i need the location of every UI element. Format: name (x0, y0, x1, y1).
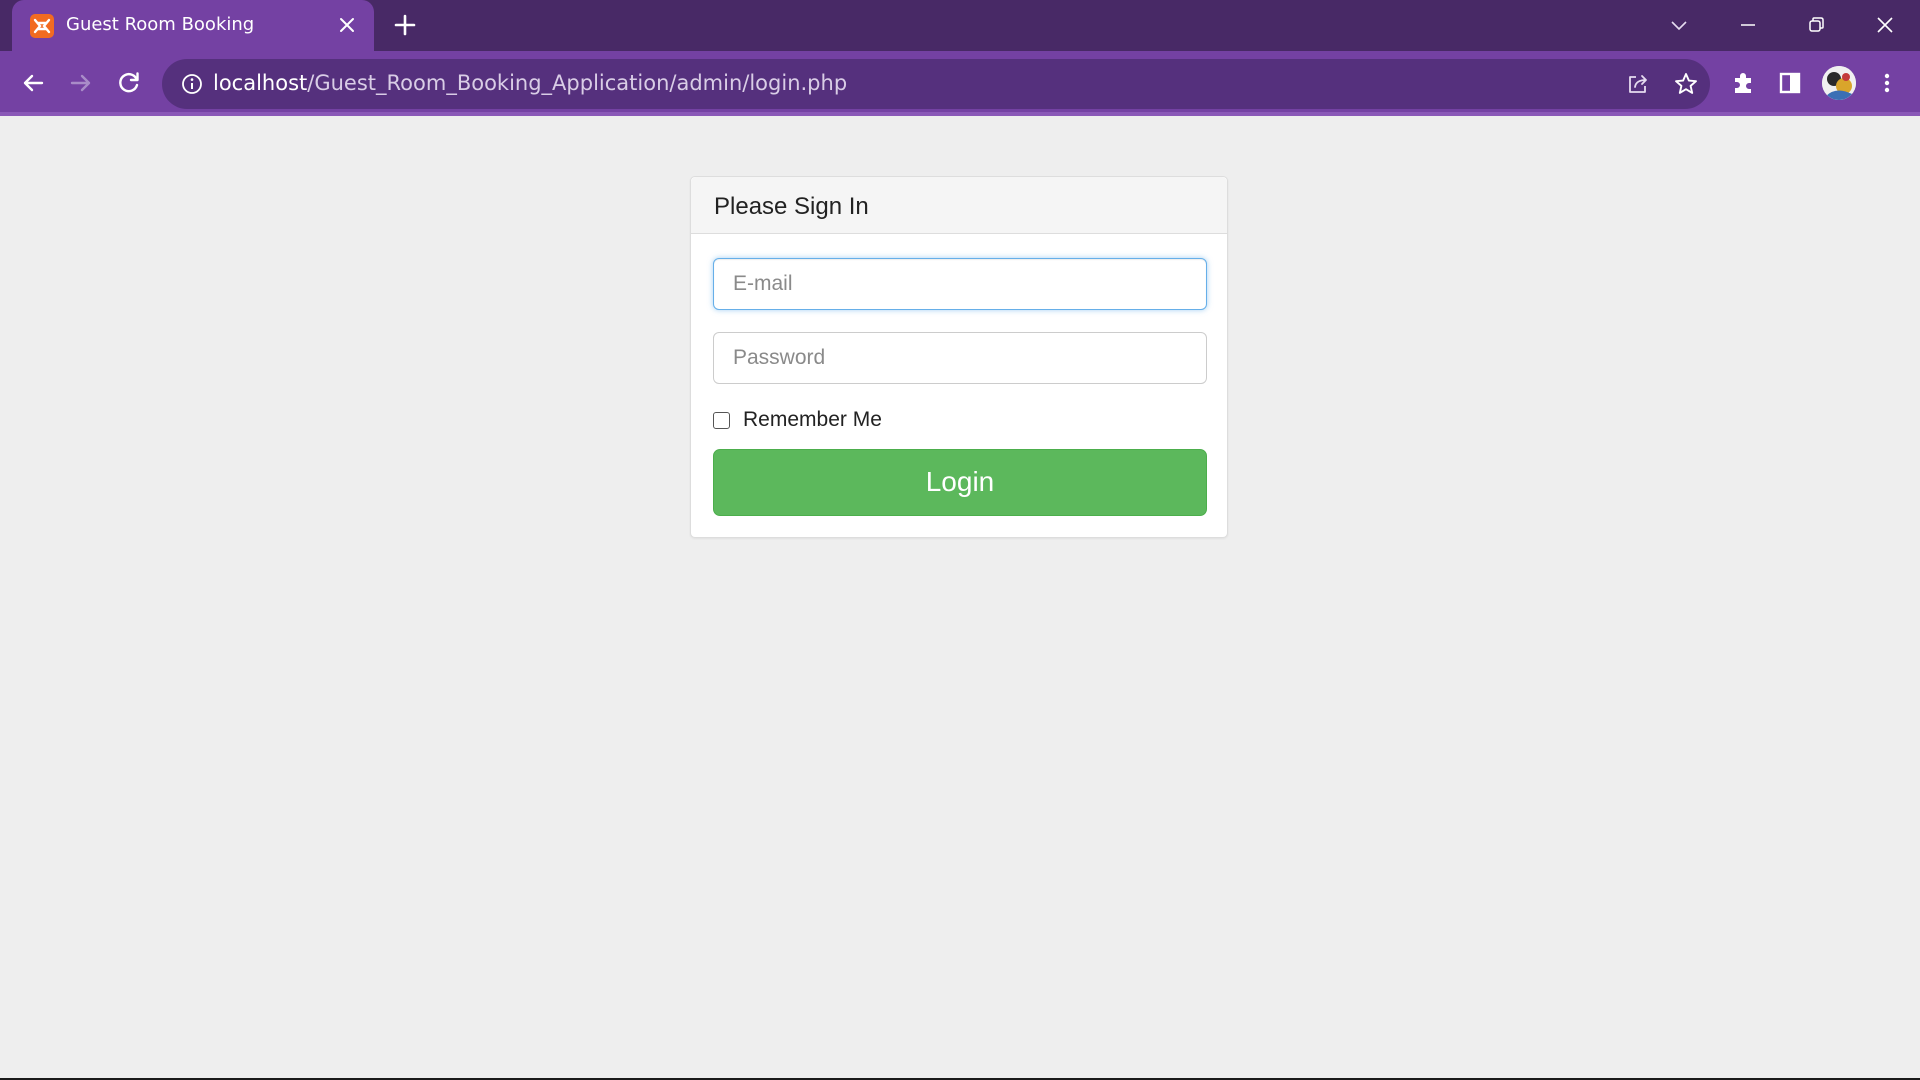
kebab-menu-icon[interactable] (1870, 66, 1904, 100)
close-window-icon[interactable] (1870, 10, 1900, 40)
info-icon[interactable] (180, 72, 204, 96)
puzzle-icon[interactable] (1726, 66, 1760, 100)
star-icon[interactable] (1672, 70, 1700, 98)
tab-title: Guest Room Booking (66, 14, 255, 35)
login-button[interactable]: Login (713, 449, 1207, 516)
page-title: Please Sign In (714, 193, 869, 220)
email-field[interactable] (713, 258, 1207, 310)
avatar[interactable] (1822, 66, 1856, 100)
close-icon[interactable] (336, 14, 358, 36)
chevron-down-icon[interactable] (1664, 10, 1694, 40)
new-tab-plus-icon[interactable] (392, 12, 418, 38)
url-host: localhost (213, 71, 308, 95)
browser-toolbar: localhost/Guest_Room_Booking_Application… (0, 51, 1920, 116)
address-bar[interactable]: localhost/Guest_Room_Booking_Application… (162, 59, 1710, 109)
remember-me-checkbox[interactable] (713, 412, 730, 429)
panel-heading: Please Sign In (691, 177, 1227, 234)
xampp-favicon-icon (30, 14, 54, 38)
minimize-icon[interactable] (1733, 10, 1763, 40)
url-path: /Guest_Room_Booking_Application/admin/lo… (307, 71, 848, 95)
forward-arrow-icon[interactable] (64, 66, 98, 100)
share-icon[interactable] (1624, 70, 1652, 98)
back-arrow-icon[interactable] (16, 66, 50, 100)
url-text[interactable]: localhost/Guest_Room_Booking_Application… (213, 71, 847, 95)
remember-me-label[interactable]: Remember Me (743, 408, 882, 432)
reload-icon[interactable] (112, 66, 146, 100)
browser-tab[interactable]: Guest Room Booking (12, 0, 374, 51)
password-field[interactable] (713, 332, 1207, 384)
toolbar-divider (0, 112, 1920, 116)
tab-strip: Guest Room Booking (0, 0, 1920, 51)
login-panel: Please Sign In Remember Me Login (690, 176, 1228, 538)
restore-icon[interactable] (1801, 10, 1831, 40)
side-panel-icon[interactable] (1773, 66, 1807, 100)
